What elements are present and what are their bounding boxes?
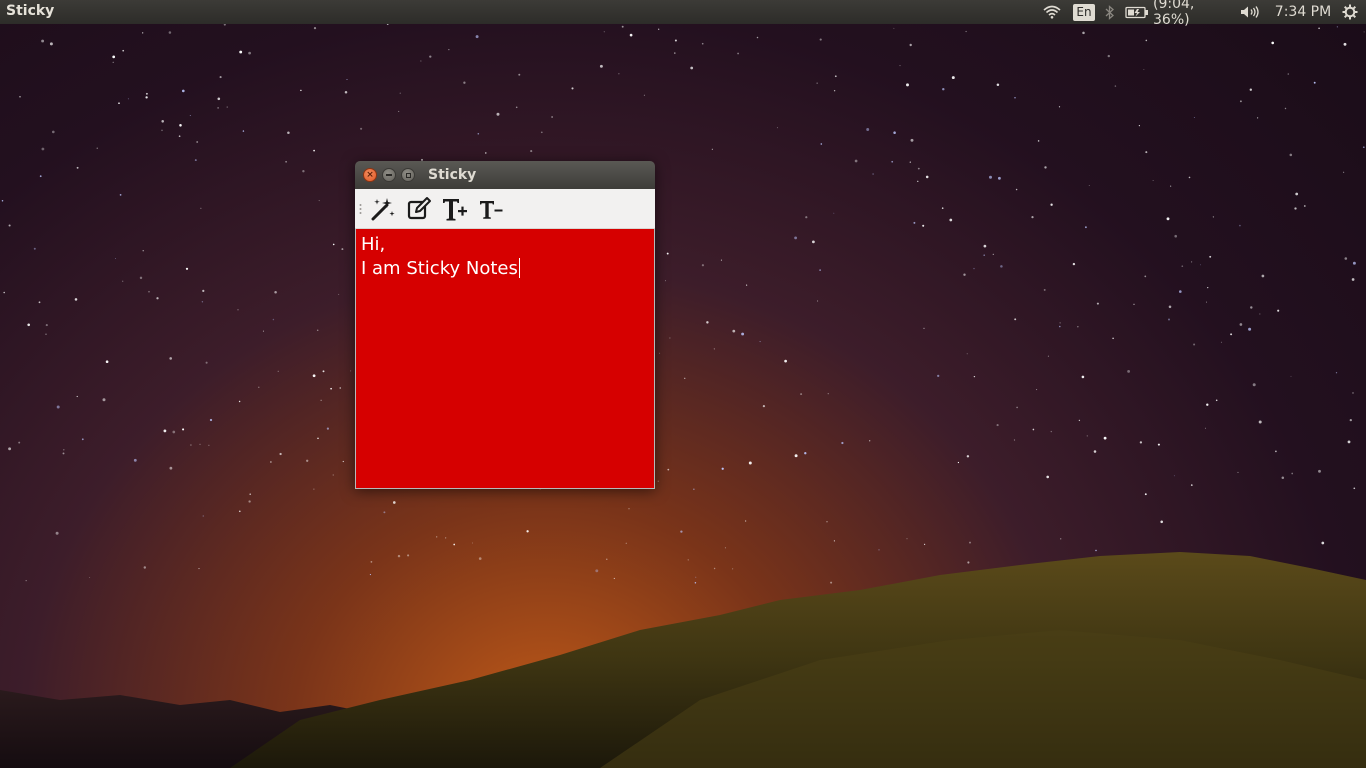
toolbar [355, 189, 655, 229]
sticky-window: × Sticky Hi, I am Sticky Notes [355, 161, 655, 489]
mountain-silhouette [0, 552, 1366, 768]
battery-indicator[interactable]: (9:04, 36%) [1125, 0, 1233, 28]
window-title: Sticky [428, 167, 477, 183]
top-panel: Sticky En (9:04, 36%) 7:34 PM [0, 0, 1366, 28]
app-title: Sticky [6, 3, 55, 19]
clock-label: 7:34 PM [1274, 4, 1332, 20]
text-increase-icon [443, 199, 467, 221]
language-label: En [1073, 3, 1095, 21]
note-line: Hi, [361, 234, 386, 255]
desktop-wallpaper [0, 0, 1366, 768]
edit-icon [407, 197, 431, 220]
maximize-icon [405, 172, 411, 178]
maximize-button[interactable] [401, 168, 415, 182]
magic-wand-icon [371, 198, 395, 221]
volume-icon[interactable] [1238, 0, 1262, 24]
note-text-area[interactable]: Hi, I am Sticky Notes [355, 229, 655, 489]
clock[interactable]: 7:34 PM [1272, 0, 1334, 24]
close-button[interactable]: × [363, 168, 377, 182]
gear-icon[interactable] [1340, 0, 1360, 24]
wifi-icon[interactable] [1040, 0, 1064, 24]
decrease-font-button[interactable] [477, 195, 505, 223]
text-caret [518, 258, 520, 278]
battery-icon [1125, 6, 1149, 19]
close-icon: × [366, 169, 374, 180]
bluetooth-icon[interactable] [1101, 0, 1119, 24]
text-decrease-icon [480, 201, 503, 219]
minimize-icon [386, 174, 392, 176]
increase-font-button[interactable] [441, 195, 469, 223]
toolbar-grip-icon[interactable] [359, 203, 362, 215]
new-note-button[interactable] [369, 195, 397, 223]
note-line: I am Sticky Notes [361, 258, 520, 279]
window-titlebar[interactable]: × Sticky [355, 161, 655, 189]
keyboard-layout-indicator[interactable]: En [1072, 0, 1096, 24]
minimize-button[interactable] [382, 168, 396, 182]
edit-button[interactable] [405, 195, 433, 223]
battery-status: (9:04, 36%) [1153, 0, 1195, 28]
